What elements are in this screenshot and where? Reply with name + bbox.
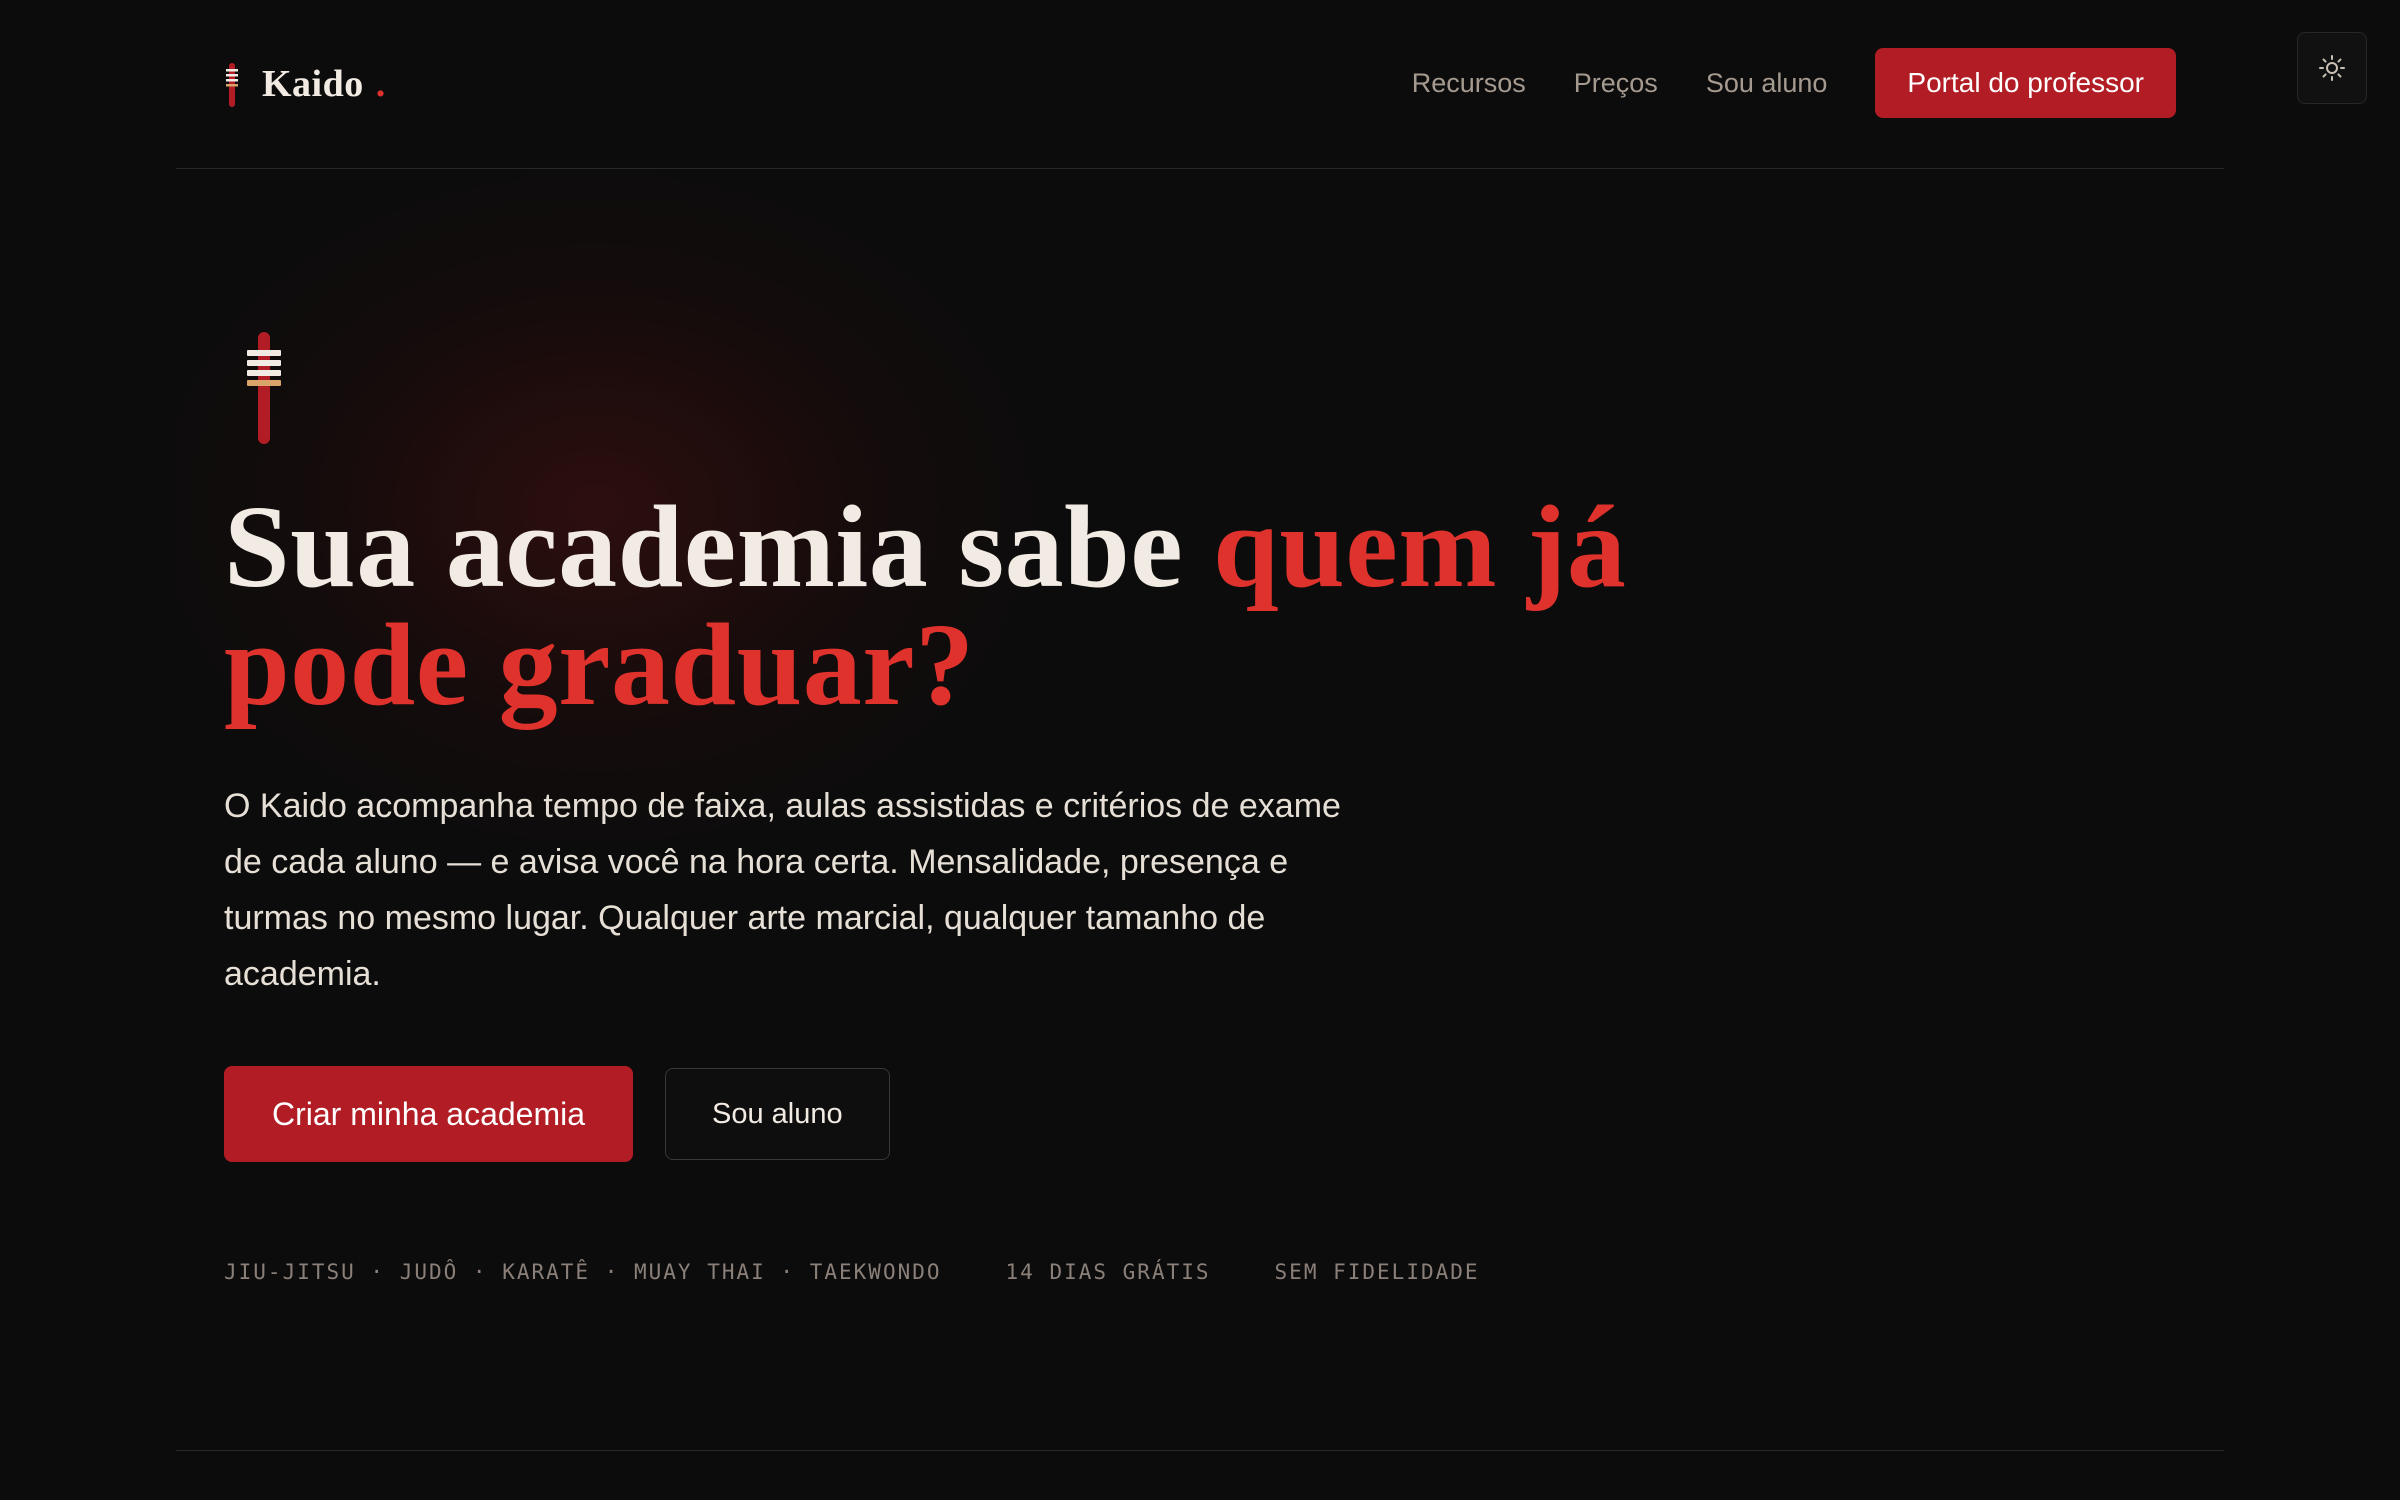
nav-link-precos[interactable]: Preços <box>1574 68 1658 99</box>
sun-icon <box>2319 55 2345 81</box>
belt-hero-icon <box>244 330 284 451</box>
tag-martial-arts: JIU-JITSU · JUDÔ · KARATÊ · MUAY THAI · … <box>224 1260 942 1284</box>
student-button[interactable]: Sou aluno <box>665 1068 890 1160</box>
theme-toggle-button[interactable] <box>2297 32 2367 104</box>
belt-logo-icon <box>226 63 238 107</box>
hero-lead: O Kaido acompanha tempo de faixa, aulas … <box>224 787 1341 993</box>
main-nav: Recursos Preços Sou aluno Portal do prof… <box>1412 48 2176 118</box>
portal-professor-button[interactable]: Portal do professor <box>1875 48 2176 118</box>
hero-actions: Criar minha academia Sou aluno <box>224 1066 890 1162</box>
brand-logo[interactable]: Kaido . <box>224 56 385 112</box>
nav-link-recursos[interactable]: Recursos <box>1412 68 1526 99</box>
hero-headline: Sua academia sabe quem já pode graduar? <box>224 488 1724 724</box>
section-divider <box>176 1450 2224 1451</box>
brand-name: Kaido <box>262 63 364 105</box>
tag-no-commitment: SEM FIDELIDADE <box>1274 1260 1480 1284</box>
headline-main: Sua academia sabe <box>224 481 1214 612</box>
nav-link-sou-aluno[interactable]: Sou aluno <box>1706 68 1828 99</box>
site-header: Kaido . Recursos Preços Sou aluno Portal… <box>176 0 2224 169</box>
create-academy-button[interactable]: Criar minha academia <box>224 1066 634 1162</box>
tag-free-trial: 14 DIAS GRÁTIS <box>1005 1260 1211 1284</box>
hero-tags: JIU-JITSU · JUDÔ · KARATÊ · MUAY THAI · … <box>224 1260 1544 1284</box>
page-container: Kaido . Recursos Preços Sou aluno Portal… <box>176 0 2224 1500</box>
brand-dot: . <box>375 63 386 105</box>
